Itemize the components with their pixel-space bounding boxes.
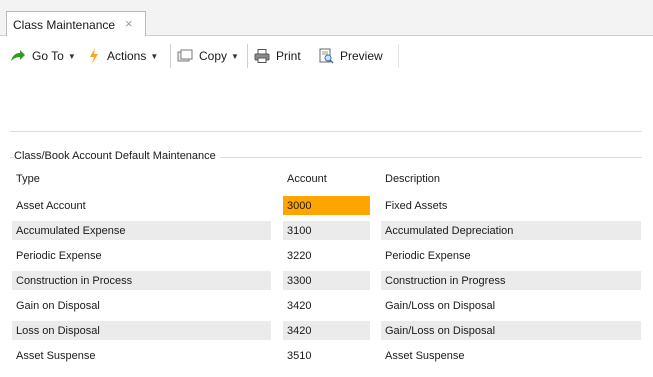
actions-label: Actions xyxy=(107,49,147,63)
preview-button[interactable]: Preview xyxy=(318,47,383,65)
toolbar-separator xyxy=(170,44,171,68)
account-field[interactable]: 3420 xyxy=(283,321,370,340)
print-button[interactable]: Print xyxy=(254,47,301,65)
description-cell: Asset Suspense xyxy=(385,350,465,362)
description-cell: Gain/Loss on Disposal xyxy=(385,300,496,312)
type-cell: Accumulated Expense xyxy=(12,221,271,240)
lightning-icon xyxy=(89,48,99,64)
account-field[interactable]: 3420 xyxy=(283,296,370,315)
chevron-down-icon: ▼ xyxy=(67,51,76,61)
description-cell: Construction in Progress xyxy=(381,271,641,290)
column-header-description: Description xyxy=(385,173,441,185)
toolbar-separator xyxy=(247,44,248,68)
type-cell: Loss on Disposal xyxy=(12,321,271,340)
close-icon[interactable]: × xyxy=(125,16,133,31)
type-cell: Construction in Process xyxy=(12,271,271,290)
tab-class-maintenance[interactable]: Class Maintenance × xyxy=(6,11,146,37)
description-cell: Accumulated Depreciation xyxy=(381,221,641,240)
group-title: Class/Book Account Default Maintenance xyxy=(14,150,220,162)
goto-button[interactable]: Go To ▼ xyxy=(10,47,76,65)
chevron-down-icon: ▼ xyxy=(150,51,159,61)
type-cell: Asset Account xyxy=(16,200,86,212)
toolbar-separator xyxy=(398,44,399,68)
type-cell: Gain on Disposal xyxy=(16,300,100,312)
copy-icon xyxy=(177,49,193,63)
goto-arrow-icon xyxy=(10,50,26,62)
print-preview-icon xyxy=(318,48,334,64)
account-field[interactable]: 3300 xyxy=(283,271,370,290)
account-field[interactable]: 3220 xyxy=(283,246,370,265)
description-cell: Periodic Expense xyxy=(385,250,471,262)
print-label: Print xyxy=(276,49,301,63)
account-field[interactable]: 3100 xyxy=(283,221,370,240)
account-field[interactable]: 3000 xyxy=(283,196,370,215)
account-field[interactable]: 3510 xyxy=(283,346,370,365)
column-header-account: Account xyxy=(287,173,327,185)
description-cell: Fixed Assets xyxy=(385,200,448,212)
toolbar: Go To ▼ Actions ▼ Copy ▼ Print Preview xyxy=(0,36,653,74)
goto-label: Go To xyxy=(32,49,64,63)
copy-button[interactable]: Copy ▼ xyxy=(177,47,239,65)
description-cell: Gain/Loss on Disposal xyxy=(381,321,641,340)
tab-strip: Class Maintenance × xyxy=(0,0,653,37)
actions-button[interactable]: Actions ▼ xyxy=(89,47,158,65)
divider xyxy=(10,131,642,132)
preview-label: Preview xyxy=(340,49,383,63)
printer-icon xyxy=(254,49,270,63)
tab-title: Class Maintenance xyxy=(13,18,116,32)
copy-label: Copy xyxy=(199,49,228,63)
type-cell: Periodic Expense xyxy=(16,250,102,262)
chevron-down-icon: ▼ xyxy=(231,51,239,61)
type-cell: Asset Suspense xyxy=(16,350,96,362)
column-header-type: Type xyxy=(16,173,40,185)
